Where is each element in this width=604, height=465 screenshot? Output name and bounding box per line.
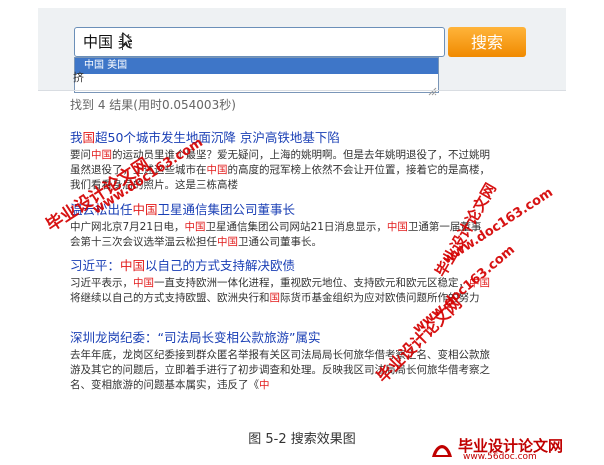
- autocomplete-suggestion[interactable]: 中国 美国: [75, 58, 438, 74]
- highlighted-term: 中国: [184, 221, 206, 233]
- text-segment: 超50个城市发生地面沉降 京沪高铁地基下陷: [95, 130, 340, 145]
- text-segment: 一直支持欧洲一体化进程，重视欧元地位、支持欧元和欧元区稳定，: [154, 277, 469, 289]
- highlighted-term: 中国: [386, 221, 408, 233]
- result-title-link[interactable]: 温云松出任中国卫星通信集团公司董事长: [70, 201, 490, 218]
- result-snippet: 中广网北京7月21日电，中国卫星通信集团公司网站21日消息显示，中国卫通第一届董…: [70, 220, 490, 250]
- sidebar-text-fragment: 挤: [73, 71, 84, 84]
- text-segment: 我: [70, 130, 83, 145]
- highlighted-term: 中国: [132, 202, 158, 217]
- text-segment: 以自己的方式支持解决欧债: [145, 258, 296, 273]
- logo-url: www.56doc.com: [463, 452, 537, 462]
- highlighted-term: 国: [82, 130, 96, 145]
- divider: [38, 90, 566, 91]
- highlighted-term: 中国: [217, 236, 238, 248]
- highlighted-term: 中: [259, 379, 270, 391]
- highlighted-term: 中国: [206, 164, 228, 176]
- highlighted-term: 国: [269, 292, 281, 304]
- search-button[interactable]: 搜索: [448, 27, 526, 57]
- autocomplete-dropdown: 中国 美国: [74, 57, 439, 96]
- text-segment: 将继续以自己的方式支持欧盟、欧洲央行和: [70, 292, 270, 304]
- footer-logo: 毕业设计论文网 www.56doc.com: [430, 435, 600, 463]
- text-segment: 要问: [70, 149, 91, 161]
- result-snippet: 去年年底，龙岗区纪委接到群众匿名举报有关区司法局局长何旅华借考察之名、变相公款旅…: [70, 348, 490, 393]
- result-snippet: 习近平表示，中国一直支持欧洲一体化进程，重视欧元地位、支持欧元和欧元区稳定，中国…: [70, 276, 490, 306]
- search-result: 温云松出任中国卫星通信集团公司董事长 中广网北京7月21日电，中国卫星通信集团公…: [70, 201, 490, 250]
- logo-icon: [430, 437, 454, 463]
- text-segment: 中广网北京7月21日电，: [70, 221, 185, 233]
- text-segment: 去年年底，龙岗区纪委接到群众匿名举报有关区司法局局长何旅华借考察之名、变相公款旅…: [70, 349, 490, 391]
- highlighted-term: 中国: [120, 258, 146, 273]
- highlighted-term: 中国: [91, 149, 112, 161]
- text-segment: 卫通公司董事长。: [238, 236, 322, 248]
- result-title-link[interactable]: 我国超50个城市发生地面沉降 京沪高铁地基下陷: [70, 129, 490, 146]
- highlighted-term: 中国: [133, 277, 154, 289]
- mouse-cursor-icon: [122, 31, 134, 52]
- search-result: 习近平：中国以自己的方式支持解决欧债 习近平表示，中国一直支持欧洲一体化进程，重…: [70, 257, 490, 306]
- result-title-link[interactable]: 习近平：中国以自己的方式支持解决欧债: [70, 257, 490, 274]
- text-segment: 卫星通信集团公司董事长: [157, 202, 296, 217]
- text-segment: 习近平：: [70, 258, 121, 273]
- text-segment: 习近平表示，: [70, 277, 133, 289]
- text-segment: 卫星通信集团公司网站21日消息显示，: [205, 221, 387, 233]
- text-segment: 深圳龙岗纪委：“司法局长变相公款旅游”属实: [70, 330, 321, 345]
- results-stats: 找到 4 结果(用时0.054003秒): [70, 98, 236, 112]
